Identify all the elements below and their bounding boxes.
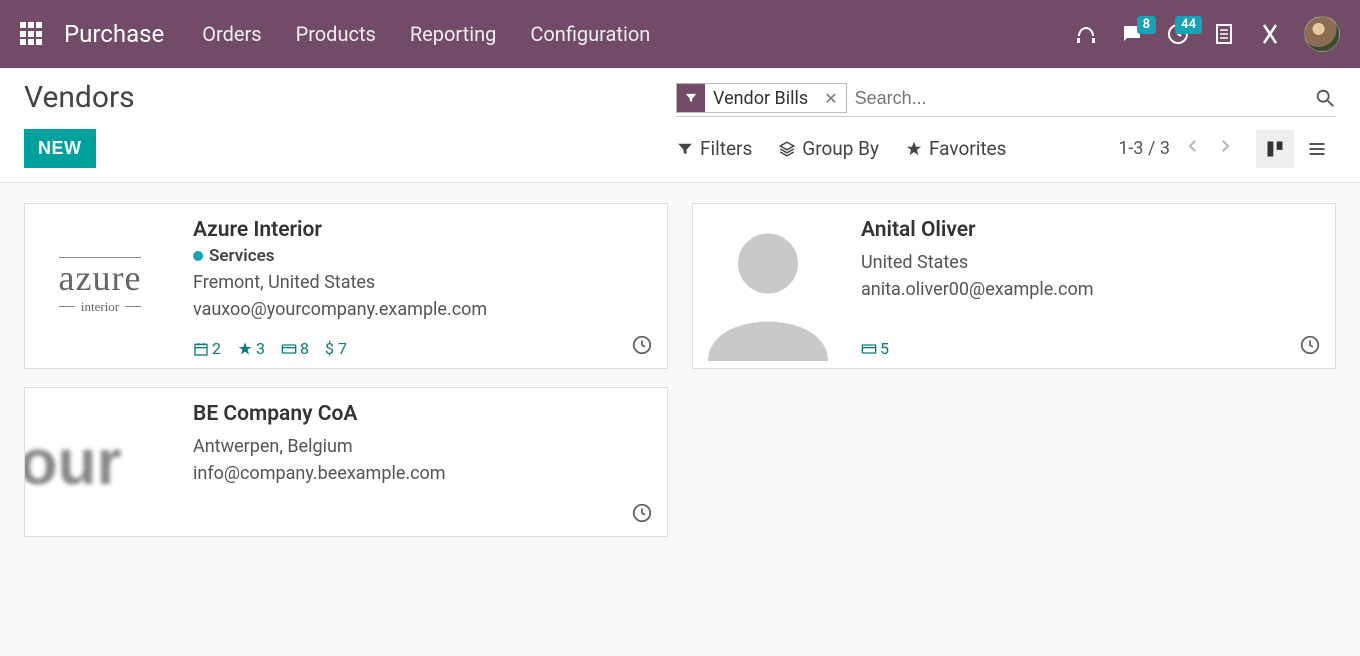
nav-configuration[interactable]: Configuration: [530, 22, 650, 46]
vendor-location: Antwerpen, Belgium: [193, 436, 649, 457]
vendor-name: Azure Interior: [193, 218, 649, 242]
star-icon: [237, 341, 253, 357]
activity-icon[interactable]: [631, 502, 653, 524]
vendor-name: Anital Oliver: [861, 218, 1317, 242]
tools-icon[interactable]: [1258, 22, 1282, 46]
pager-text[interactable]: 1-3 / 3: [1118, 138, 1170, 159]
filters-button[interactable]: Filters: [676, 137, 752, 160]
user-avatar[interactable]: [1304, 16, 1340, 52]
nav-products[interactable]: Products: [296, 22, 376, 46]
vendor-card[interactable]: azure interior Azure Interior Services F…: [24, 203, 668, 369]
vendor-tag: Services: [193, 246, 649, 266]
stat-bills[interactable]: 8: [281, 339, 309, 358]
view-list[interactable]: [1298, 130, 1336, 168]
vendor-location: Fremont, United States: [193, 272, 649, 293]
activity-icon[interactable]: [1299, 334, 1321, 356]
person-icon: [693, 204, 843, 368]
discuss-badge: 8: [1137, 16, 1156, 34]
vendor-name: BE Company CoA: [193, 402, 649, 426]
vendor-email: vauxoo@yourcompany.example.com: [193, 299, 649, 320]
favorites-label: Favorites: [929, 137, 1006, 160]
stat-value: 8: [300, 339, 309, 358]
activity-icon[interactable]: [631, 334, 653, 356]
filter-chip-label: Vendor Bills: [705, 88, 816, 109]
tag-dot: [193, 251, 203, 261]
vendor-card[interactable]: our BE Company CoA Antwerpen, Belgium in…: [24, 387, 668, 537]
vendor-logo: our: [25, 388, 175, 536]
vendor-avatar: [693, 204, 843, 368]
stat-bills[interactable]: 5: [861, 339, 889, 358]
nav-orders[interactable]: Orders: [202, 22, 261, 46]
stat-value: 5: [880, 339, 889, 358]
groupby-button[interactable]: Group By: [778, 137, 879, 160]
discuss-icon[interactable]: 8: [1120, 22, 1144, 46]
view-kanban[interactable]: [1256, 130, 1294, 168]
sheet-icon[interactable]: [1212, 22, 1236, 46]
page-title: Vendors: [24, 80, 135, 115]
vendor-location: United States: [861, 252, 1317, 273]
apps-icon[interactable]: [20, 22, 44, 46]
activities-icon[interactable]: 44: [1166, 22, 1190, 46]
filters-label: Filters: [700, 137, 752, 160]
filter-chip-remove[interactable]: ✕: [816, 89, 845, 108]
stat-value: $ 7: [325, 339, 347, 358]
voip-icon[interactable]: [1074, 22, 1098, 46]
filter-icon: [677, 84, 705, 112]
card-icon: [861, 341, 877, 357]
filter-chip-vendor-bills[interactable]: Vendor Bills ✕: [676, 83, 847, 113]
pager-next[interactable]: [1216, 137, 1234, 160]
vendor-card[interactable]: Anital Oliver United States anita.oliver…: [692, 203, 1336, 369]
card-icon: [281, 341, 297, 357]
new-button[interactable]: NEW: [24, 129, 96, 168]
vendor-email: info@company.beexample.com: [193, 463, 649, 484]
favorites-button[interactable]: Favorites: [905, 137, 1006, 160]
stat-meetings[interactable]: 2: [193, 339, 221, 358]
stat-value: 3: [256, 339, 265, 358]
groupby-label: Group By: [802, 137, 879, 160]
vendor-logo: azure interior: [25, 204, 175, 368]
activities-badge: 44: [1175, 16, 1202, 34]
stat-value: 2: [212, 339, 221, 358]
app-title[interactable]: Purchase: [64, 20, 164, 48]
nav-reporting[interactable]: Reporting: [410, 22, 497, 46]
vendor-tag-label: Services: [209, 246, 274, 266]
stat-amount[interactable]: $ 7: [325, 339, 347, 358]
search-input[interactable]: [855, 84, 1306, 113]
vendor-email: anita.oliver00@example.com: [861, 279, 1317, 300]
pager-prev[interactable]: [1184, 137, 1202, 160]
search-icon[interactable]: [1314, 87, 1336, 109]
stat-opportunities[interactable]: 3: [237, 339, 265, 358]
calendar-icon: [193, 341, 209, 357]
search-box[interactable]: Vendor Bills ✕: [676, 80, 1336, 117]
